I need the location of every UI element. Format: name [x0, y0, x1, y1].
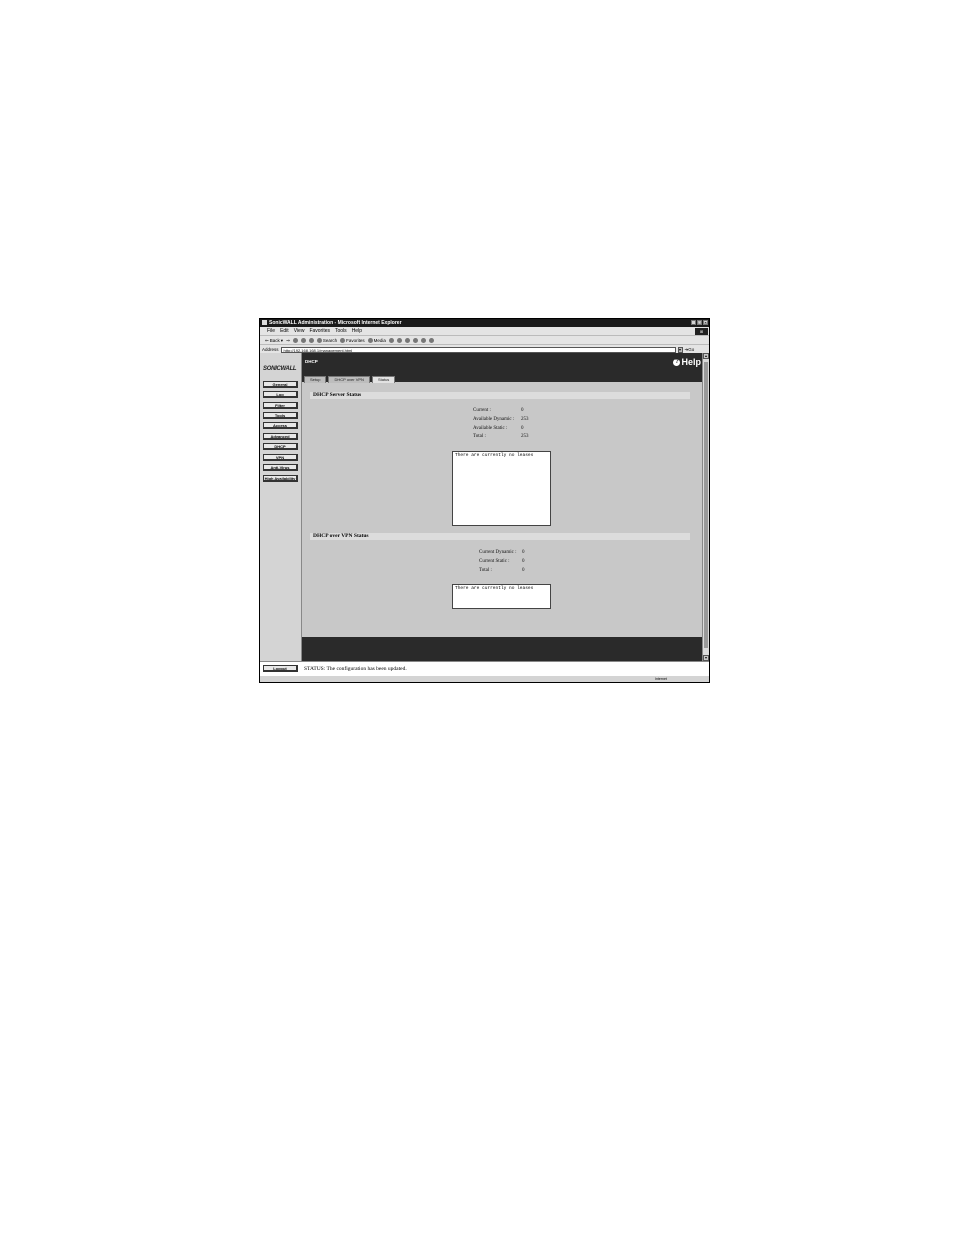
stat-value: 0 — [522, 550, 525, 555]
scroll-thumb[interactable] — [704, 362, 708, 648]
stat-value: 0 — [521, 426, 524, 431]
menu-help[interactable]: Help — [352, 327, 362, 335]
window-title: SonicWALL Administration - Microsoft Int… — [269, 320, 402, 326]
stat-label: Total : — [473, 434, 486, 439]
menu-favorites[interactable]: Favorites — [309, 327, 330, 335]
ie-icon — [262, 320, 267, 326]
menu-view[interactable]: View — [294, 327, 305, 335]
tab-setup[interactable]: Setup — [304, 376, 327, 383]
stat-value: 0 — [522, 559, 525, 564]
stat-value: 253 — [521, 417, 529, 422]
browser-statusbar: Internet — [260, 676, 709, 682]
internet-zone: Internet — [655, 677, 667, 681]
browser-window: SonicWALL Administration - Microsoft Int… — [259, 318, 710, 683]
stat-value: 253 — [521, 434, 529, 439]
help-icon: ? — [673, 359, 681, 367]
stop-icon — [292, 338, 298, 343]
stat-label: Available Dynamic : — [473, 417, 515, 422]
windows-logo-icon: ⊞ — [695, 328, 708, 335]
status-message: STATUS: The configuration has been updat… — [304, 666, 407, 672]
mail-icon — [396, 338, 402, 343]
vpn-leases-list[interactable]: There are currently no leases — [452, 584, 551, 609]
page-footer — [302, 637, 702, 661]
refresh-icon — [300, 338, 306, 343]
tab-status[interactable]: Status — [371, 376, 396, 383]
sidebar-item-filter[interactable]: Filter — [263, 402, 298, 409]
menu-file[interactable]: File — [267, 327, 275, 335]
history-icon — [388, 338, 394, 343]
main-content: DHCP ? Help Setup DHCP over VPN Status DH… — [302, 353, 702, 661]
stat-label: Available Static : — [473, 426, 508, 431]
sidebar-item-log[interactable]: Log — [263, 391, 298, 398]
stat-label: Current Static : — [479, 559, 510, 564]
vertical-scrollbar[interactable]: ▴ ▾ — [702, 353, 709, 661]
window-titlebar: SonicWALL Administration - Microsoft Int… — [260, 319, 709, 327]
page-header: DHCP ? Help Setup DHCP over VPN Status — [302, 353, 702, 383]
status-frame: Logout STATUS: The configuration has bee… — [260, 661, 709, 677]
dhcp-over-vpn-status-heading: DHCP over VPN Status — [310, 533, 690, 540]
address-input[interactable]: http://192.168.168.1/management.html — [280, 346, 676, 353]
sidebar-item-advanced[interactable]: Advanced — [263, 433, 298, 440]
sidebar-item-high-availability[interactable]: High Availability — [263, 475, 298, 482]
page-title: DHCP — [305, 359, 318, 364]
scroll-up-icon[interactable]: ▴ — [703, 353, 709, 359]
close-button[interactable]: × — [703, 320, 708, 325]
stat-label: Current : — [473, 408, 491, 413]
sonicwall-logo: SONICWALL — [263, 366, 297, 372]
stat-label: Current Dynamic : — [479, 550, 517, 555]
maximize-button[interactable]: □ — [697, 320, 702, 325]
logout-button[interactable]: Logout — [263, 665, 298, 672]
stat-label: Total : — [479, 568, 492, 573]
tab-bar: Setup DHCP over VPN Status — [304, 376, 396, 383]
menu-tools[interactable]: Tools — [335, 327, 347, 335]
address-dropdown-button[interactable]: ▾ — [677, 346, 683, 353]
favorites-icon — [340, 338, 346, 343]
stat-value: 0 — [521, 408, 524, 413]
sidebar-item-access[interactable]: Access — [263, 422, 298, 429]
sidebar-item-general[interactable]: General — [263, 381, 298, 388]
sidebar-item-dhcp[interactable]: DHCP — [263, 443, 298, 450]
dhcp-leases-list[interactable]: There are currently no leases — [452, 451, 551, 526]
sidebar-item-tools[interactable]: Tools — [263, 412, 298, 419]
edit-icon — [412, 338, 418, 343]
messenger-icon — [428, 338, 434, 343]
minimize-button[interactable]: _ — [691, 320, 696, 325]
menu-edit[interactable]: Edit — [280, 327, 289, 335]
sidebar-item-anti-virus[interactable]: Anti-Virus — [263, 464, 298, 471]
print-icon — [404, 338, 410, 343]
discuss-icon — [420, 338, 426, 343]
search-icon — [316, 338, 322, 343]
help-button[interactable]: ? Help — [673, 357, 701, 367]
sidebar-nav: SONICWALL General Log Filter Tools Acces… — [260, 353, 302, 661]
home-icon — [308, 338, 314, 343]
sidebar-item-vpn[interactable]: VPN — [263, 454, 298, 461]
tab-dhcp-over-vpn[interactable]: DHCP over VPN — [328, 376, 370, 383]
window-controls: _ □ × — [691, 320, 708, 325]
stat-value: 0 — [522, 568, 525, 573]
dhcp-server-status-heading: DHCP Server Status — [310, 392, 690, 399]
menu-bar: File Edit View Favorites Tools Help ⊞ — [260, 327, 709, 335]
media-icon — [367, 338, 373, 343]
